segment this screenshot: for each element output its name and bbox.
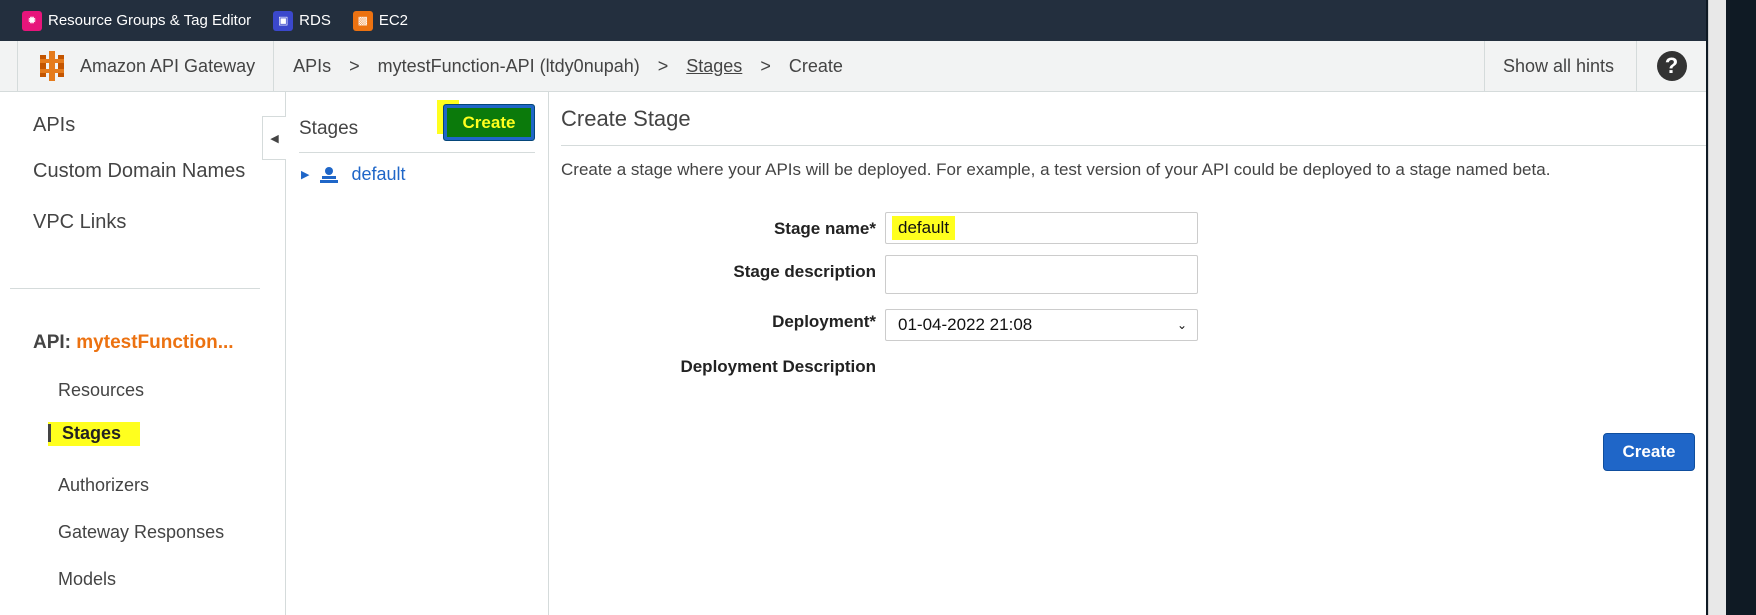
- breadcrumb-separator: >: [657, 55, 669, 76]
- stages-panel-title: Stages: [299, 118, 359, 139]
- help-icon: ?: [1656, 51, 1687, 81]
- stage-icon: [320, 166, 339, 183]
- stage-tree-item[interactable]: ▶ default: [301, 164, 406, 185]
- breadcrumb-separator: >: [349, 55, 360, 76]
- favorite-resource-groups[interactable]: ✹ Resource Groups & Tag Editor: [22, 10, 252, 31]
- page-description: Create a stage where your APIs will be d…: [561, 160, 1551, 179]
- stage-name-value: default: [892, 216, 956, 240]
- favorite-rds[interactable]: ▣ RDS: [273, 10, 331, 31]
- stages-divider: [299, 152, 535, 153]
- breadcrumb-stages[interactable]: Stages: [686, 56, 742, 77]
- favorites-bar: ✹ Resource Groups & Tag Editor ▣ RDS ▩ E…: [0, 0, 1706, 41]
- title-divider: [561, 145, 1706, 146]
- nav-item-authorizers[interactable]: Authorizers: [58, 475, 149, 496]
- service-header: Amazon API Gateway APIs > mytestFunction…: [0, 40, 1706, 92]
- api-prefix: API:: [33, 332, 71, 353]
- expand-caret-icon[interactable]: ▶: [301, 168, 309, 181]
- stages-create-button[interactable]: Create: [443, 104, 535, 141]
- page-scrollbar[interactable]: [1708, 0, 1726, 615]
- nav-divider: [10, 288, 260, 289]
- collapse-sidebar-button[interactable]: ◀: [262, 116, 286, 160]
- nav-item-resources[interactable]: Resources: [58, 380, 144, 401]
- stage-description-label: Stage description: [733, 262, 876, 281]
- stage-name-input[interactable]: default: [885, 212, 1198, 244]
- chevron-down-icon: ⌄: [1176, 318, 1187, 332]
- favorite-label: EC2: [378, 12, 409, 29]
- deployment-description-label: Deployment Description: [680, 357, 876, 376]
- deployment-value: 01-04-2022 21:08: [898, 315, 1033, 334]
- desktop-edge: [1706, 0, 1756, 615]
- help-button[interactable]: ?: [1636, 40, 1706, 92]
- stage-tree-label: default: [351, 164, 406, 184]
- service-brand[interactable]: Amazon API Gateway: [18, 40, 275, 92]
- breadcrumb-apis[interactable]: APIs: [293, 56, 331, 77]
- nav-item-vpc-links[interactable]: VPC Links: [33, 211, 126, 234]
- stages-marker: [48, 424, 51, 442]
- create-stage-button[interactable]: Create: [1603, 433, 1695, 471]
- breadcrumb: APIs > mytestFunction-API (ltdy0nupah) >…: [274, 56, 1484, 77]
- nav-item-custom-domain-names[interactable]: Custom Domain Names: [33, 160, 245, 183]
- stages-panel: Stages Create ▶ default: [286, 92, 549, 615]
- ec2-icon: ▩: [352, 10, 373, 31]
- nav-item-gateway-responses[interactable]: Gateway Responses: [58, 522, 224, 543]
- service-name: Amazon API Gateway: [80, 55, 256, 76]
- breadcrumb-current: Create: [788, 55, 843, 76]
- favorite-label: Resource Groups & Tag Editor: [48, 12, 252, 29]
- nav-item-stages[interactable]: Stages: [62, 423, 121, 444]
- breadcrumb-separator: >: [760, 55, 771, 76]
- left-navigation: APIs Custom Domain Names VPC Links API: …: [0, 92, 286, 615]
- breadcrumb-api[interactable]: mytestFunction-API (ltdy0nupah): [378, 56, 640, 77]
- resource-groups-icon: ✹: [22, 10, 42, 31]
- nav-item-models[interactable]: Models: [58, 569, 116, 590]
- rds-icon: ▣: [273, 10, 294, 31]
- show-hints-button[interactable]: Show all hints: [1483, 40, 1636, 92]
- favorite-ec2[interactable]: ▩ EC2: [352, 10, 409, 31]
- caret-left-icon: ◀: [270, 132, 279, 145]
- favorite-label: RDS: [299, 12, 331, 29]
- nav-item-apis[interactable]: APIs: [33, 114, 75, 137]
- api-title: API: mytestFunction...: [33, 332, 234, 354]
- deployment-label: Deployment*: [772, 312, 876, 331]
- api-gateway-logo-icon: [40, 51, 64, 81]
- create-stage-form: Create Stage Create a stage where your A…: [549, 92, 1706, 615]
- deployment-select[interactable]: 01-04-2022 21:08 ⌄: [885, 309, 1198, 341]
- page-title: Create Stage: [561, 106, 691, 131]
- stage-description-input[interactable]: [885, 255, 1198, 294]
- stage-name-label: Stage name*: [773, 219, 876, 238]
- api-name[interactable]: mytestFunction...: [76, 332, 233, 353]
